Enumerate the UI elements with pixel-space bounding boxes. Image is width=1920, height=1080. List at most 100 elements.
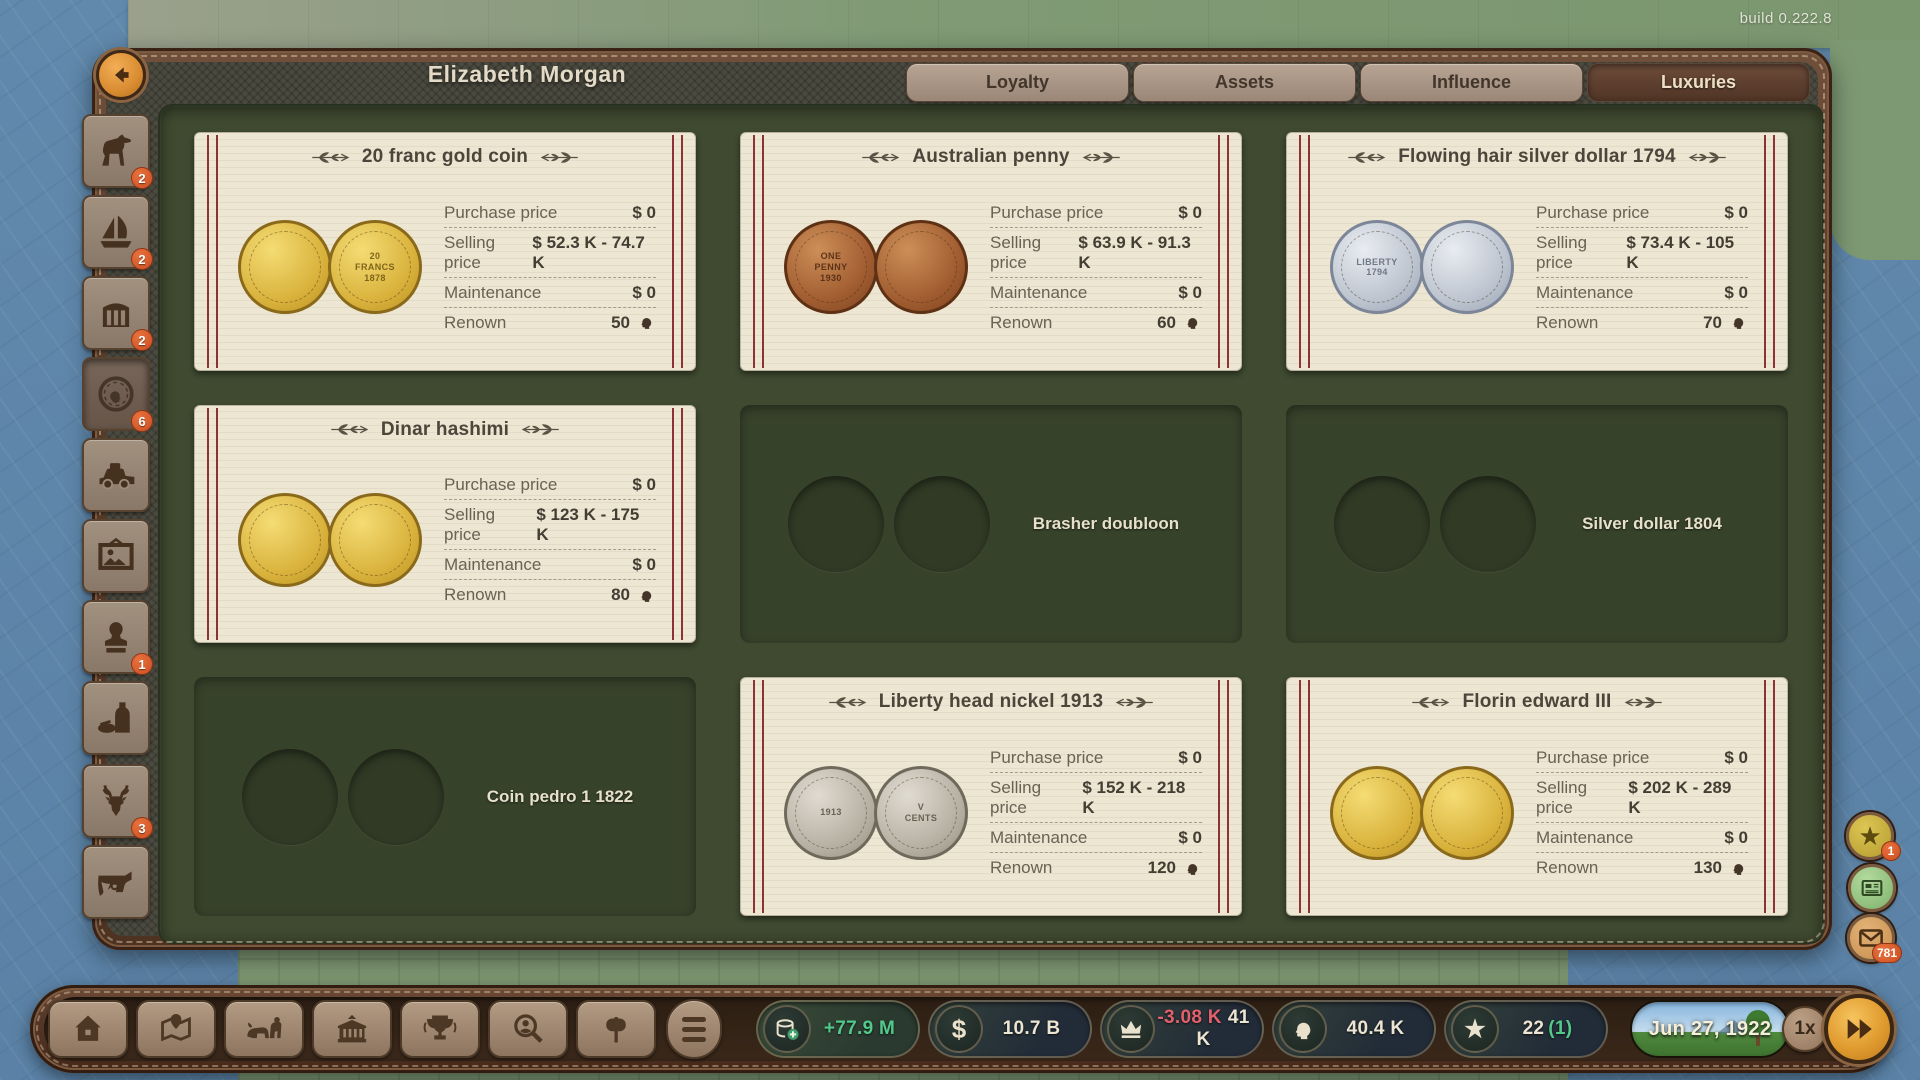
sidebar-item-horses[interactable]: 2	[82, 114, 150, 188]
trophy-icon	[421, 1010, 459, 1048]
sidebar-item-sculptures[interactable]: 1	[82, 600, 150, 674]
coin-reverse	[1420, 220, 1514, 314]
menu-button[interactable]	[666, 999, 722, 1059]
purchase-price-row: Purchase price$ 0	[1536, 743, 1748, 773]
card-title: 20 franc gold coin	[362, 146, 528, 168]
empty-coin-slot	[894, 476, 990, 572]
renown-row: Renown130	[1536, 853, 1748, 882]
leaf-ornament-icon	[1346, 150, 1388, 165]
selling-price-row: Selling price$ 63.9 K - 91.3 K	[990, 228, 1202, 278]
renown-head-icon	[1729, 313, 1748, 332]
card-title: Florin edward III	[1462, 691, 1611, 713]
coin-card-dinar-hashimi[interactable]: Dinar hashimi Purchase price$ 0 Selling …	[194, 405, 696, 644]
sidebar-item-hunting-trophies[interactable]: 3	[82, 764, 150, 838]
empty-coin-slot	[788, 476, 884, 572]
coin-reverse: 20 FRANCS 1878	[328, 220, 422, 314]
sidebar-item-paintings[interactable]	[82, 519, 150, 593]
arrow-left-icon	[108, 62, 134, 88]
renown-row: Renown120	[990, 853, 1202, 882]
sidebar-badge: 2	[131, 167, 153, 189]
star-icon: ★	[1858, 821, 1881, 852]
bull-bear-icon	[244, 1009, 284, 1049]
find-person-button[interactable]	[488, 1000, 568, 1058]
government-button[interactable]	[312, 1000, 392, 1058]
play-button[interactable]	[1824, 994, 1894, 1064]
money-flow-pill[interactable]: +77.9 M	[756, 1000, 920, 1058]
cash-pill[interactable]: $ 10.7 B	[928, 1000, 1092, 1058]
sidebar-item-boats[interactable]: 2	[82, 195, 150, 269]
landmarks-button[interactable]	[576, 1000, 656, 1058]
home-city-button[interactable]	[48, 1000, 128, 1058]
newspaper-icon	[1858, 874, 1886, 902]
head-profile-icon	[1279, 1005, 1327, 1053]
selling-price-row: Selling price$ 73.4 K - 105 K	[1536, 228, 1748, 278]
goals-button[interactable]: ★ 1	[1846, 812, 1894, 860]
sidebar-item-liquor[interactable]	[82, 681, 150, 755]
coin-card-australian-penny[interactable]: Australian penny ONE PENNY 1930 Purchase…	[740, 132, 1242, 371]
coin-card-liberty-head-nickel[interactable]: Liberty head nickel 1913 1913 V CENTS Pu…	[740, 677, 1242, 916]
renown-row: Renown50	[444, 308, 656, 337]
coin-card-20-franc[interactable]: 20 franc gold coin 20 FRANCS 1878 Purcha…	[194, 132, 696, 371]
sidebar-item-coins[interactable]: 6	[82, 357, 150, 431]
coin-images: LIBERTY 1794	[1322, 220, 1522, 314]
purchase-price-row: Purchase price$ 0	[444, 198, 656, 228]
empty-slot-silver-dollar-1804[interactable]: Silver dollar 1804	[1286, 405, 1788, 644]
horse-icon	[94, 129, 138, 173]
renown-head-icon	[1729, 859, 1748, 878]
bottom-toolbar: +77.9 M $ 10.7 B -3.08 K41 K 40.4 K ★ 22…	[30, 985, 1893, 1073]
renown-pill[interactable]: 40.4 K	[1272, 1000, 1436, 1058]
achievements-button[interactable]	[400, 1000, 480, 1058]
speed-button[interactable]: 1x	[1782, 1006, 1828, 1052]
renown-head-icon	[1183, 313, 1202, 332]
leaf-ornament-icon	[827, 695, 869, 710]
maintenance-row: Maintenance$ 0	[444, 550, 656, 580]
selling-price-row: Selling price$ 202 K - 289 K	[1536, 773, 1748, 823]
influence-pill[interactable]: -3.08 K41 K	[1100, 1000, 1264, 1058]
mail-button[interactable]: 781	[1847, 914, 1895, 962]
leaf-ornament-icon	[329, 422, 371, 437]
card-title: Liberty head nickel 1913	[879, 691, 1103, 713]
sidebar-item-cigar-cabinet[interactable]: 2	[82, 276, 150, 350]
star-icon: ★	[1451, 1005, 1499, 1053]
map-button[interactable]	[136, 1000, 216, 1058]
renown-row: Renown80	[444, 580, 656, 609]
tab-influence[interactable]: Influence	[1360, 63, 1583, 102]
stars-pill[interactable]: ★ 22(1)	[1444, 1000, 1608, 1058]
coin-reverse	[1420, 766, 1514, 860]
sidebar-item-firearms[interactable]	[82, 845, 150, 919]
person-search-icon	[509, 1010, 547, 1048]
maintenance-row: Maintenance$ 0	[1536, 823, 1748, 853]
coin-card-florin-edward[interactable]: Florin edward III Purchase price$ 0 Sell…	[1286, 677, 1788, 916]
purchase-price-row: Purchase price$ 0	[990, 198, 1202, 228]
stock-market-button[interactable]	[224, 1000, 304, 1058]
empty-slot-coin-pedro[interactable]: Coin pedro 1 1822	[194, 677, 696, 916]
sidebar-item-cars[interactable]	[82, 438, 150, 512]
government-building-icon	[332, 1009, 372, 1049]
renown-row: Renown60	[990, 308, 1202, 337]
crown-icon	[1107, 1005, 1155, 1053]
coin-images	[1322, 766, 1522, 860]
empty-slot-brasher-doubloon[interactable]: Brasher doubloon	[740, 405, 1242, 644]
selling-price-row: Selling price$ 152 K - 218 K	[990, 773, 1202, 823]
tab-luxuries[interactable]: Luxuries	[1587, 63, 1810, 102]
category-sidebar: 2 2 2 6 1 3	[82, 114, 152, 926]
tab-assets[interactable]: Assets	[1133, 63, 1356, 102]
newspaper-button[interactable]	[1848, 864, 1896, 912]
bust-icon	[95, 616, 137, 658]
tab-loyalty[interactable]: Loyalty	[906, 63, 1129, 102]
deer-head-icon	[94, 779, 138, 823]
coin-reverse: V CENTS	[874, 766, 968, 860]
leaf-ornament-icon	[310, 150, 352, 165]
slot-name: Coin pedro 1 1822	[444, 787, 676, 807]
signpost-icon	[598, 1011, 634, 1047]
sidebar-badge: 2	[131, 329, 153, 351]
card-title: Australian penny	[912, 146, 1069, 168]
back-button[interactable]	[96, 50, 146, 100]
leaf-ornament-icon	[1410, 695, 1452, 710]
vintage-car-icon	[94, 453, 138, 497]
hamburger-menu-icon	[682, 1017, 706, 1022]
coin-card-flowing-hair-dollar[interactable]: Flowing hair silver dollar 1794 LIBERTY …	[1286, 132, 1788, 371]
leaf-ornament-icon	[538, 150, 580, 165]
slot-name: Silver dollar 1804	[1536, 514, 1768, 534]
bank-house-icon	[69, 1010, 107, 1048]
